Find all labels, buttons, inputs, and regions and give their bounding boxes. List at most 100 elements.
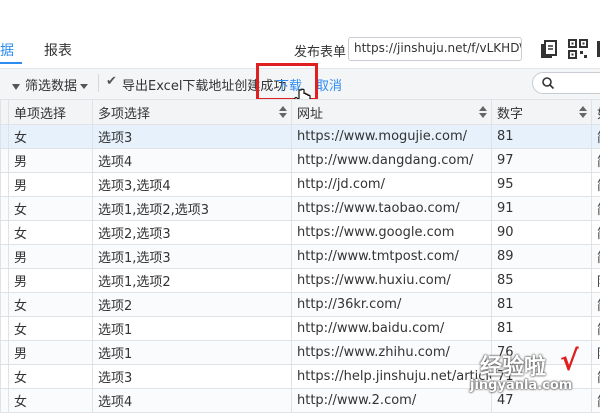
cell-multi-choice[interactable]: 选项1,选项2,选项3 [93, 197, 292, 221]
cell-number[interactable]: 85 [492, 269, 592, 293]
cell-extra[interactable]: 简 [592, 293, 600, 317]
cancel-link[interactable]: 取消 [316, 75, 342, 94]
cell-extra[interactable]: 简 [592, 317, 600, 341]
column-header-url[interactable]: 网址 [292, 100, 492, 125]
cell-single-choice[interactable]: 男 [9, 269, 93, 293]
active-tab-indicator [0, 62, 22, 64]
table-row[interactable]: 女选项1,选项2,选项3https://www.taobao.com/91简 [1, 197, 600, 221]
sort-icon[interactable] [579, 106, 587, 118]
row-marker[interactable] [1, 365, 9, 389]
checkmark-icon: ✔ [106, 74, 117, 89]
cell-multi-choice[interactable]: 选项3 [93, 365, 292, 389]
cell-single-choice[interactable]: 女 [9, 125, 93, 149]
column-header-number[interactable]: 数字 [492, 100, 592, 125]
cell-single-choice[interactable]: 男 [9, 173, 93, 197]
row-marker-header [1, 100, 9, 125]
row-marker[interactable] [1, 317, 9, 341]
cell-number[interactable]: 81 [492, 293, 592, 317]
cell-number[interactable]: 95 [492, 173, 592, 197]
row-marker[interactable] [1, 125, 9, 149]
cell-extra[interactable]: 简 [592, 197, 600, 221]
cell-single-choice[interactable]: 女 [9, 197, 93, 221]
cell-extra[interactable]: 阿 [592, 341, 600, 365]
copy-icon[interactable] [540, 40, 558, 60]
cell-extra[interactable]: 简 [592, 389, 600, 413]
cell-multi-choice[interactable]: 选项1,选项2 [93, 269, 292, 293]
cell-extra[interactable]: 简 [592, 125, 600, 149]
cell-single-choice[interactable]: 男 [9, 149, 93, 173]
row-marker[interactable] [1, 173, 9, 197]
column-header-extra[interactable]: 如 [592, 100, 600, 125]
cell-url[interactable]: https://www.google.com [292, 221, 492, 245]
row-marker[interactable] [1, 341, 9, 365]
row-marker[interactable] [1, 245, 9, 269]
tab-data[interactable]: 据 [0, 40, 14, 60]
table-row[interactable]: 男选项1,选项3http://www.tmtpost.com/89简 [1, 245, 600, 269]
row-marker[interactable] [1, 221, 9, 245]
cell-url[interactable]: http://www.tmtpost.com/ [292, 245, 492, 269]
cell-multi-choice[interactable]: 选项1 [93, 341, 292, 365]
cell-url[interactable]: http://www.baidu.com/ [292, 317, 492, 341]
table-row[interactable]: 女选项1http://www.baidu.com/81简 [1, 317, 600, 341]
more-icon[interactable] [595, 39, 600, 59]
sort-icon[interactable] [279, 106, 287, 118]
cell-multi-choice[interactable]: 选项2 [93, 293, 292, 317]
tab-report[interactable]: 报表 [44, 40, 72, 60]
column-header-multi-choice[interactable]: 多项选择 [93, 100, 292, 125]
cell-extra[interactable]: 阿 [592, 269, 600, 293]
row-marker[interactable] [1, 197, 9, 221]
row-marker[interactable] [1, 293, 9, 317]
cell-extra[interactable]: 简 [592, 365, 600, 389]
cell-url[interactable]: http://36kr.com/ [292, 293, 492, 317]
cell-url[interactable]: https://www.huxiu.com/ [292, 269, 492, 293]
cell-number[interactable]: 97 [492, 149, 592, 173]
column-header-label: 单项选择 [14, 107, 66, 122]
qr-code-icon[interactable] [568, 39, 588, 59]
column-header-single-choice[interactable]: 单项选择 [9, 100, 93, 125]
cell-single-choice[interactable]: 女 [9, 365, 93, 389]
cell-single-choice[interactable]: 女 [9, 389, 93, 413]
table-row[interactable]: 女选项2http://36kr.com/81简 [1, 293, 600, 317]
cell-number[interactable]: 81 [492, 317, 592, 341]
cell-url[interactable]: https://www.mogujie.com/ [292, 125, 492, 149]
cell-extra[interactable]: 简 [592, 173, 600, 197]
cell-multi-choice[interactable]: 选项1,选项3 [93, 245, 292, 269]
table-row[interactable]: 女选项2,选项3https://www.google.com90简 [1, 221, 600, 245]
table-row[interactable]: 女选项3https://www.mogujie.com/81简 [1, 125, 600, 149]
table-row[interactable]: 男选项1,选项2https://www.huxiu.com/85阿 [1, 269, 600, 293]
cell-multi-choice[interactable]: 选项4 [93, 389, 292, 413]
row-marker[interactable] [1, 149, 9, 173]
cell-multi-choice[interactable]: 选项3 [93, 125, 292, 149]
cell-url[interactable]: https://www.taobao.com/ [292, 197, 492, 221]
cell-single-choice[interactable]: 女 [9, 293, 93, 317]
cell-single-choice[interactable]: 女 [9, 317, 93, 341]
cell-url[interactable]: https://help.jinshuju.net/article [292, 365, 492, 389]
cell-url[interactable]: https://www.zhihu.com/ [292, 341, 492, 365]
cell-extra[interactable]: 简 [592, 149, 600, 173]
cell-number[interactable]: 91 [492, 197, 592, 221]
cell-single-choice[interactable]: 女 [9, 221, 93, 245]
row-marker[interactable] [1, 269, 9, 293]
sort-icon[interactable] [479, 106, 487, 118]
cell-url[interactable]: http://jd.com/ [292, 173, 492, 197]
table-row[interactable]: 男选项4http://www.dangdang.com/97简 [1, 149, 600, 173]
cell-extra[interactable]: 简 [592, 245, 600, 269]
row-marker[interactable] [1, 389, 9, 413]
cell-single-choice[interactable]: 男 [9, 341, 93, 365]
cell-number[interactable]: 89 [492, 245, 592, 269]
cell-multi-choice[interactable]: 选项2,选项3 [93, 221, 292, 245]
filter-data-button[interactable]: 筛选数据 [12, 75, 88, 94]
cell-number[interactable]: 81 [492, 125, 592, 149]
cell-multi-choice[interactable]: 选项1 [93, 317, 292, 341]
cell-number[interactable]: 90 [492, 221, 592, 245]
cell-multi-choice[interactable]: 选项4 [93, 149, 292, 173]
cell-multi-choice[interactable]: 选项3,选项4 [93, 173, 292, 197]
cell-extra[interactable]: 简 [592, 221, 600, 245]
toolbar-divider [98, 74, 99, 92]
table-row[interactable]: 男选项3,选项4http://jd.com/95简 [1, 173, 600, 197]
cell-url[interactable]: http://www.dangdang.com/ [292, 149, 492, 173]
publish-url-field[interactable]: https://jinshuju.net/f/vLKHD\ [348, 37, 522, 61]
column-header-label: 数字 [497, 107, 523, 122]
cell-url[interactable]: http://www.2.com/ [292, 389, 492, 413]
cell-single-choice[interactable]: 男 [9, 245, 93, 269]
